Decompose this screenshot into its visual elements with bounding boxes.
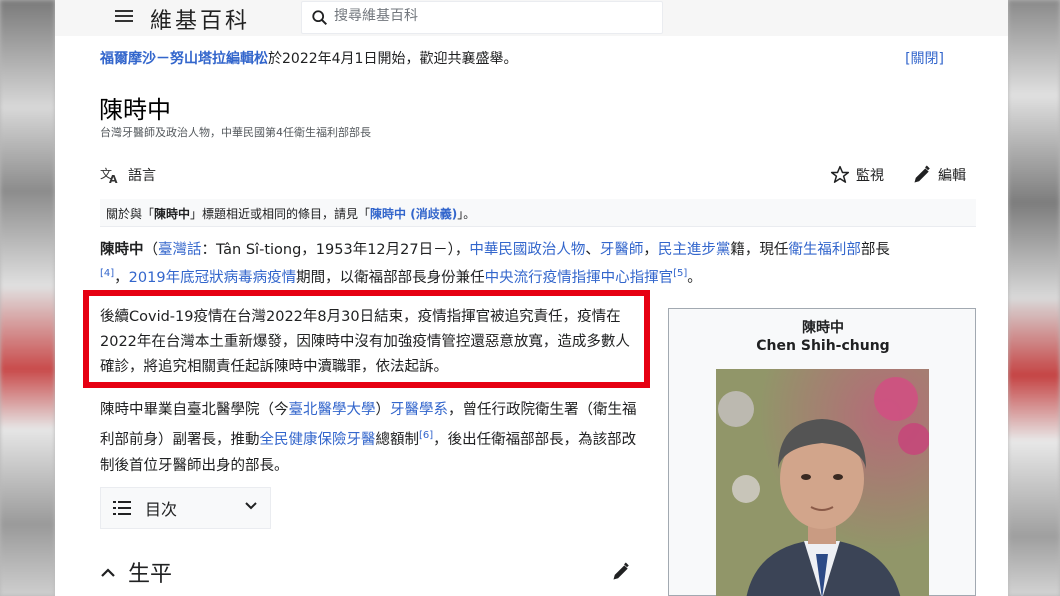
page-title: 陳時中 bbox=[99, 96, 171, 124]
infobox-name-en: Chen Shih-chung bbox=[756, 338, 890, 354]
notice-text: 於2022年4月1日開始，歡迎共襄盛舉。 bbox=[268, 51, 518, 67]
link-taiwanese[interactable]: 臺灣話 bbox=[158, 242, 202, 258]
svg-text:A: A bbox=[109, 173, 118, 184]
language-label: 語言 bbox=[128, 168, 156, 184]
lead-text-4: 部長 bbox=[860, 242, 890, 258]
search-input[interactable] bbox=[334, 8, 634, 24]
lead-name: 陳時中 bbox=[100, 242, 144, 258]
section-title: 生平 bbox=[128, 562, 173, 587]
hatnote-middle: 」標題相近或相同的條目，請見「 bbox=[190, 207, 371, 221]
ref-6[interactable]: [6] bbox=[419, 430, 433, 441]
lead-text-6: 。 bbox=[687, 269, 702, 286]
infobox-name-zh: 陳時中 bbox=[802, 320, 844, 336]
page-subtitle: 台灣牙醫師及政治人物，中華民國第4任衛生福利部部長 bbox=[100, 126, 371, 139]
bio-text-1: 陳時中畢業自臺北醫學院（今 bbox=[100, 402, 289, 418]
link-mohw[interactable]: 衛生福利部 bbox=[788, 242, 861, 258]
link-tmu[interactable]: 臺北醫學大學 bbox=[289, 402, 376, 418]
site-header: 維基百科 bbox=[55, 0, 1008, 36]
translate-icon: 文A bbox=[100, 166, 118, 184]
toc-toggle[interactable]: 目次 bbox=[100, 487, 271, 529]
pencil-icon bbox=[914, 165, 930, 183]
chevron-up-icon bbox=[101, 568, 115, 577]
highlighted-paragraph: 後續Covid-19疫情在台灣2022年8月30日結束，疫情指揮官被追究責任，疫… bbox=[100, 309, 630, 375]
section-heading[interactable]: 生平 bbox=[100, 556, 172, 588]
ref-5[interactable]: [5] bbox=[673, 268, 687, 279]
lead-sep-1: 、 bbox=[585, 242, 600, 258]
watch-button[interactable]: 監視 bbox=[830, 165, 884, 185]
hatnote-prefix: 關於與「 bbox=[106, 207, 155, 221]
link-cecc[interactable]: 中央流行疫情指揮中心指揮官 bbox=[485, 270, 674, 286]
lead-text-3: 籍，現任 bbox=[730, 242, 789, 258]
hatnote-bold-name: 陳時中 bbox=[154, 207, 191, 221]
watch-label: 監視 bbox=[856, 168, 884, 184]
link-dpp[interactable]: 民主進步黨 bbox=[658, 242, 731, 258]
language-button[interactable]: 文A 語言 bbox=[100, 165, 156, 185]
hatnote-suffix: 」。 bbox=[457, 207, 476, 221]
search-box[interactable] bbox=[301, 1, 663, 34]
lead-text-2: ：Tân Sî-tiong，1953年12月27日－）， bbox=[201, 242, 470, 258]
link-nhi[interactable]: 全民健康保險牙醫 bbox=[260, 432, 376, 448]
lead-sep-3: ， bbox=[114, 269, 129, 286]
edit-label: 編輯 bbox=[938, 168, 966, 184]
link-politician[interactable]: 中華民國政治人物 bbox=[469, 242, 585, 258]
wiki-page: 維基百科 福爾摩沙－努山塔拉編輯松於2022年4月1日開始，歡迎共襄盛舉。 [關… bbox=[55, 0, 1008, 596]
site-notice: 福爾摩沙－努山塔拉編輯松於2022年4月1日開始，歡迎共襄盛舉。 bbox=[100, 48, 517, 68]
disambiguation-hatnote: 關於與「陳時中」標題相近或相同的條目，請見「陳時中 (消歧義)」。 bbox=[100, 199, 976, 227]
bio-text-2: ） bbox=[375, 402, 391, 418]
lead-paragraph: 陳時中（臺灣話：Tân Sî-tiong，1953年12月27日－），中華民國政… bbox=[100, 238, 980, 290]
page-toolbar: 文A 語言 監視 編輯 bbox=[100, 165, 976, 191]
notice-close-button[interactable]: [關閉] bbox=[905, 48, 944, 68]
portrait-photo[interactable] bbox=[716, 369, 929, 596]
blurred-background-left bbox=[0, 0, 55, 596]
disambiguation-link[interactable]: 陳時中 (消歧義) bbox=[370, 207, 457, 221]
site-logo[interactable]: 維基百科 bbox=[150, 3, 250, 35]
blurred-background-right bbox=[1008, 0, 1060, 596]
toc-label: 目次 bbox=[145, 500, 178, 519]
star-icon bbox=[830, 165, 850, 183]
lead-text-1: （ bbox=[143, 242, 159, 258]
portrait-image bbox=[716, 369, 929, 596]
edit-button[interactable]: 編輯 bbox=[912, 165, 966, 185]
infobox: 陳時中 Chen Shih-chung bbox=[668, 308, 976, 596]
lead-sep-2: ， bbox=[643, 242, 658, 258]
infobox-name: 陳時中 Chen Shih-chung bbox=[669, 319, 977, 355]
ref-4[interactable]: [4] bbox=[100, 268, 114, 279]
link-dental-dept[interactable]: 牙醫學系 bbox=[390, 402, 448, 418]
menu-icon[interactable] bbox=[113, 7, 135, 27]
search-icon bbox=[312, 10, 328, 26]
bio-paragraph: 陳時中畢業自臺北醫學院（今臺北醫學大學）牙醫學系，曾任行政院衛生署（衛生福利部前… bbox=[100, 397, 640, 479]
section-edit-icon[interactable] bbox=[611, 562, 631, 582]
lead-text-5: 期間，以衛福部部長身份兼任 bbox=[296, 269, 485, 286]
link-covid[interactable]: 2019年底冠狀病毒病疫情 bbox=[129, 270, 296, 286]
notice-link[interactable]: 福爾摩沙－努山塔拉編輯松 bbox=[100, 51, 268, 67]
chevron-down-icon bbox=[245, 502, 257, 510]
list-icon bbox=[113, 501, 131, 515]
bio-text-4: 總額制 bbox=[375, 431, 420, 448]
link-dentist[interactable]: 牙醫師 bbox=[600, 242, 644, 258]
